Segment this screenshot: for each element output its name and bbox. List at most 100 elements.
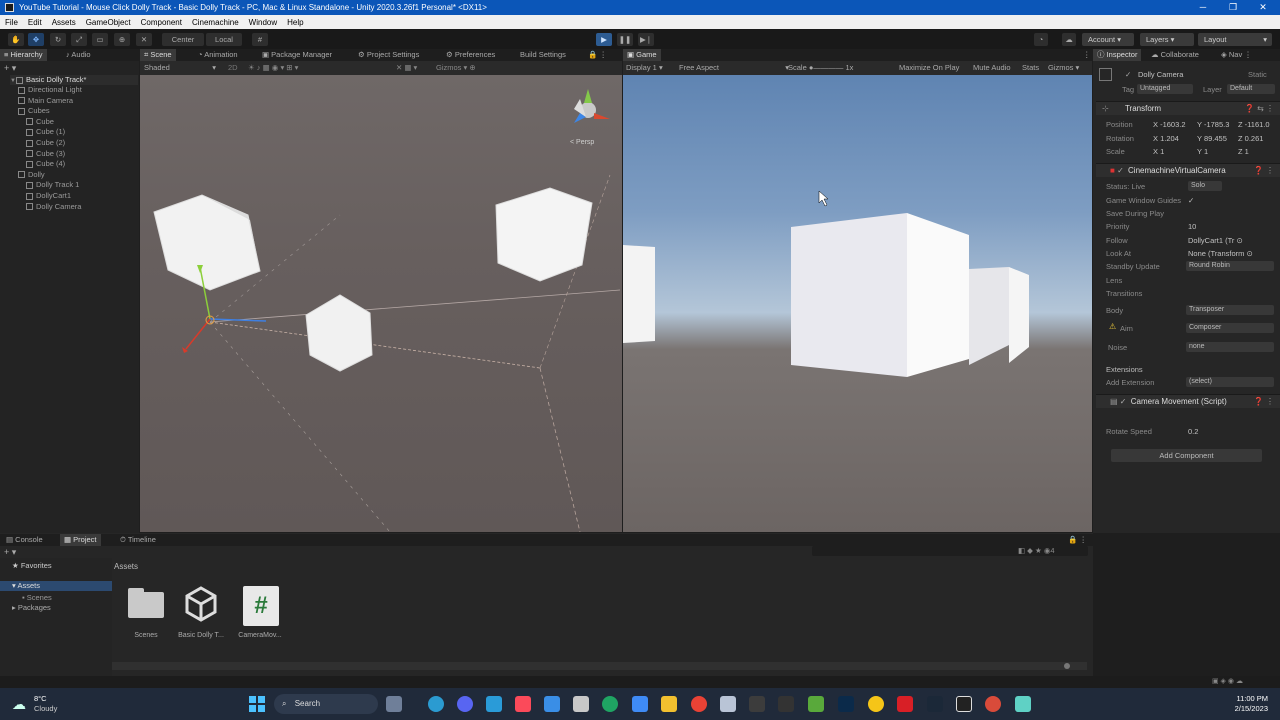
menu-file[interactable]: File xyxy=(0,18,23,27)
transform-tool-icon[interactable]: ⊕ xyxy=(114,33,130,46)
unity-editor-icon[interactable] xyxy=(985,696,1001,712)
scene-gizmo-icons[interactable]: ✕ ▦ ▾ xyxy=(396,63,417,72)
hierarchy-item[interactable]: Cube (2) xyxy=(26,138,65,148)
lens-foldout[interactable]: Lens xyxy=(1106,276,1122,285)
custom-tool-icon[interactable]: ✕ xyxy=(136,33,152,46)
hand-tool-icon[interactable]: ✋ xyxy=(8,33,24,46)
favorites-item[interactable]: ★ Favorites xyxy=(12,561,52,570)
hierarchy-item[interactable]: DollyCart1 xyxy=(26,191,71,201)
rotate-speed-field[interactable]: 0.2 xyxy=(1188,427,1198,436)
hierarchy-item[interactable]: Cube (3) xyxy=(26,149,65,159)
file-explorer-icon[interactable] xyxy=(661,696,677,712)
layer-dropdown[interactable]: Default xyxy=(1227,84,1275,94)
pivot-center-toggle[interactable]: Center xyxy=(162,33,204,46)
photoshop-icon[interactable] xyxy=(838,696,854,712)
itunes-icon[interactable] xyxy=(515,696,531,712)
steam-icon[interactable] xyxy=(927,696,943,712)
slider-handle[interactable] xyxy=(1064,663,1070,669)
tab-collaborate[interactable]: ☁ Collaborate xyxy=(1147,49,1203,61)
unity-hub-icon[interactable] xyxy=(956,696,972,712)
look-at-field[interactable]: None (Transform ⊙ xyxy=(1188,249,1253,258)
status-icons[interactable]: ▣ ◈ ◉ ☁ xyxy=(1212,677,1243,685)
script-enabled-checkbox[interactable]: ✓ xyxy=(1120,397,1127,406)
hierarchy-item[interactable]: Cube (4) xyxy=(26,159,65,169)
scene-tools-icon[interactable]: ☀ ♪ ▦ ◉ ▾ ⊞ ▾ xyxy=(248,63,298,72)
menu-help[interactable]: Help xyxy=(282,18,308,27)
hierarchy-item[interactable]: Directional Light xyxy=(18,85,82,95)
mail-icon[interactable] xyxy=(544,696,560,712)
layers-dropdown[interactable]: Layers ▾ xyxy=(1140,33,1194,46)
vcam-header[interactable]: ■ ✓ CinemachineVirtualCamera ❓ ⋮ xyxy=(1096,163,1280,177)
rotation-y-field[interactable]: Y 89.455 xyxy=(1197,134,1227,143)
play-button[interactable]: ▶ xyxy=(596,33,612,46)
mute-audio-toggle[interactable]: Mute Audio xyxy=(973,63,1011,72)
menu-cinemachine[interactable]: Cinemachine xyxy=(187,18,244,27)
position-x-field[interactable]: X -1603.2 xyxy=(1153,120,1186,129)
scale-slider[interactable]: Scale ●———— 1x xyxy=(788,63,853,72)
game-view[interactable] xyxy=(623,75,1092,532)
collab-icon[interactable]: ◔ xyxy=(1034,33,1048,46)
hierarchy-add-button[interactable]: + ▾ xyxy=(4,63,16,73)
cloud-icon[interactable]: ☁ xyxy=(1062,33,1076,46)
project-add-button[interactable]: + ▾ xyxy=(4,547,16,558)
gizmos-dropdown[interactable]: Gizmos ▾ ⊕ xyxy=(436,63,476,72)
rotation-x-field[interactable]: X 1.204 xyxy=(1153,134,1179,143)
tab-scene[interactable]: ⌗ Scene xyxy=(140,49,176,61)
guides-checkbox[interactable]: ✓ xyxy=(1188,196,1194,205)
layout-dropdown[interactable]: Layout ▾ xyxy=(1198,33,1272,46)
rotate-tool-icon[interactable]: ↻ xyxy=(50,33,66,46)
weather-cloud-icon[interactable]: ☁ xyxy=(12,696,26,713)
outlook-icon[interactable] xyxy=(573,696,589,712)
taskbar-search-box[interactable]: ⌕ Search xyxy=(274,694,378,714)
tab-navigation[interactable]: ◈ Nav ⋮ xyxy=(1217,49,1256,61)
tree-packages[interactable]: ▸ Packages xyxy=(12,603,51,612)
scale-tool-icon[interactable]: ⤢ xyxy=(71,33,87,46)
script-header[interactable]: ▤ ✓ Camera Movement (Script) ❓ ⋮ xyxy=(1096,394,1280,408)
rect-tool-icon[interactable]: ▭ xyxy=(92,33,108,46)
tab-project-settings[interactable]: ⚙ Project Settings xyxy=(354,49,423,61)
bottom-lock-icon[interactable]: 🔒 ⋮ xyxy=(1064,534,1091,546)
component-menu-icon[interactable]: ❓ ⇆ ⋮ xyxy=(1245,102,1274,116)
step-button[interactable]: ▶❘ xyxy=(638,33,654,46)
hierarchy-item[interactable]: Cubes xyxy=(18,106,50,116)
tab-audio[interactable]: ♪ Audio xyxy=(62,49,95,61)
menu-assets[interactable]: Assets xyxy=(47,18,81,27)
static-toggle[interactable]: Static xyxy=(1248,70,1267,79)
app-icon[interactable] xyxy=(778,696,794,712)
active-checkbox[interactable]: ✓ xyxy=(1125,70,1131,79)
persp-label[interactable]: < Persp xyxy=(570,139,594,146)
tree-assets[interactable]: ▾ Assets xyxy=(0,581,112,591)
script-menu-icon[interactable]: ❓ ⋮ xyxy=(1254,395,1274,409)
tab-animation[interactable]: ◔ Animation xyxy=(194,49,242,61)
scale-y-field[interactable]: Y 1 xyxy=(1197,147,1208,156)
close-button[interactable]: ✕ xyxy=(1248,0,1278,15)
weather-condition[interactable]: Cloudy xyxy=(34,704,57,713)
orientation-gizmo[interactable] xyxy=(574,89,610,123)
hierarchy-item[interactable]: Cube (1) xyxy=(26,127,65,137)
asset-camera-script[interactable]: # CameraMov... xyxy=(238,586,282,642)
tab-build-settings[interactable]: Build Settings xyxy=(516,49,570,61)
tree-scenes[interactable]: ▪ Scenes xyxy=(22,593,52,602)
hierarchy-item[interactable]: Dolly Track 1 xyxy=(26,180,79,190)
terminal-icon[interactable] xyxy=(749,696,765,712)
object-name-field[interactable]: Dolly Camera xyxy=(1138,70,1183,79)
vcam-menu-icon[interactable]: ❓ ⋮ xyxy=(1254,164,1274,178)
tab-package-manager[interactable]: ▣ Package Manager xyxy=(258,49,336,61)
spotify-icon[interactable] xyxy=(602,696,618,712)
notes-icon[interactable] xyxy=(1015,696,1031,712)
netflix-icon[interactable] xyxy=(897,696,913,712)
hierarchy-item[interactable]: Cube xyxy=(26,117,54,127)
minimize-button[interactable]: ─ xyxy=(1188,0,1218,15)
position-y-field[interactable]: Y -1785.3 xyxy=(1197,120,1229,129)
follow-field[interactable]: DollyCart1 (Tr ⊙ xyxy=(1188,236,1243,245)
tag-dropdown[interactable]: Untagged xyxy=(1137,84,1193,94)
display-dropdown[interactable]: Display 1 ▾ xyxy=(626,63,663,72)
tab-console[interactable]: ▤ Console xyxy=(2,534,47,546)
maximize-button[interactable]: ❐ xyxy=(1218,0,1248,15)
notepad-icon[interactable] xyxy=(720,696,736,712)
priority-field[interactable]: 10 xyxy=(1188,222,1196,231)
game-gizmos-dropdown[interactable]: Gizmos ▾ xyxy=(1048,63,1079,72)
hierarchy-item[interactable]: Dolly Camera xyxy=(26,202,81,212)
tab-preferences[interactable]: ⚙ Preferences xyxy=(442,49,499,61)
asset-size-slider[interactable] xyxy=(112,662,1087,670)
